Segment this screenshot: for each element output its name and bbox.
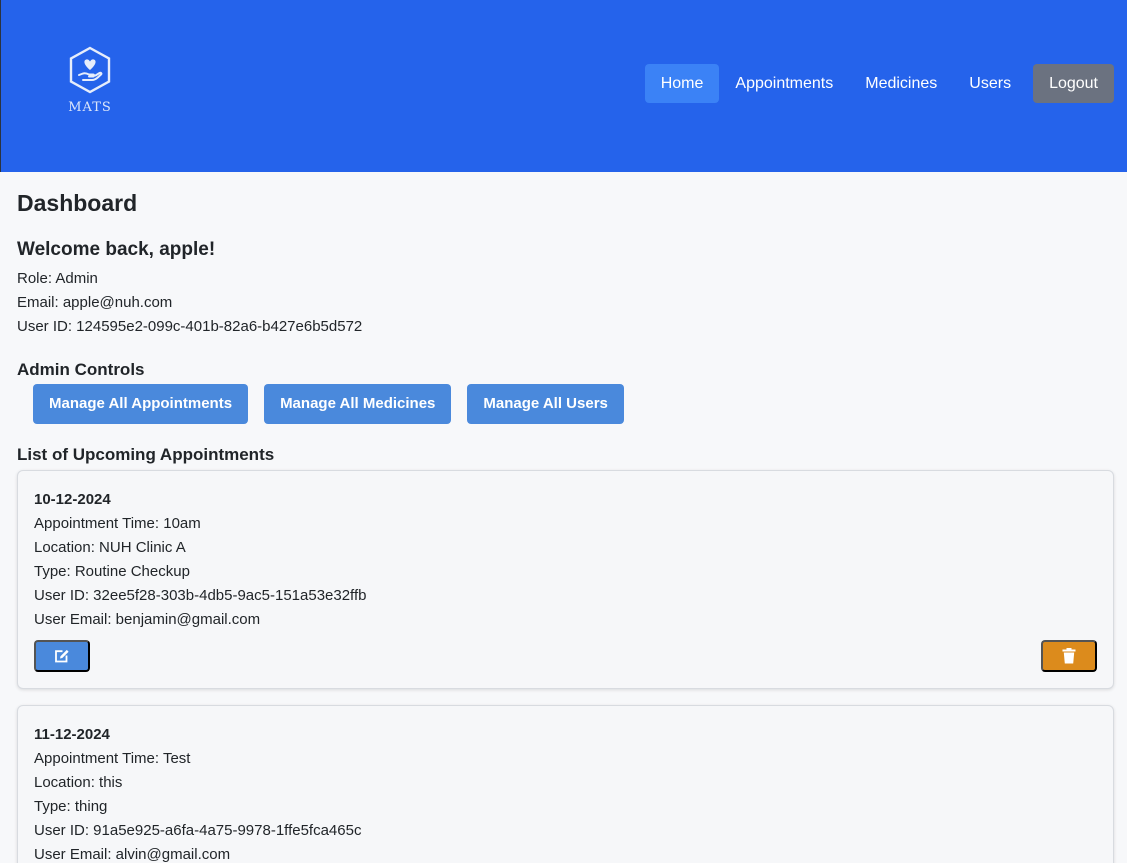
welcome-heading: Welcome back, apple! (17, 239, 216, 260)
appointment-date: 11-12-2024 (34, 726, 110, 743)
appointment-type: Type: Routine Checkup (34, 563, 190, 580)
appointment-location: Location: NUH Clinic A (34, 539, 186, 556)
logout-button[interactable]: Logout (1033, 64, 1114, 103)
appointment-card: 11-12-2024 Appointment Time: Test Locati… (17, 705, 1114, 863)
admin-controls-heading: Admin Controls (17, 360, 145, 379)
appointment-location: Location: this (34, 774, 123, 791)
nav-appointments-link[interactable]: Appointments (719, 64, 849, 103)
appointment-user-id: User ID: 32ee5f28-303b-4db5-9ac5-151a53e… (34, 587, 367, 604)
appointment-actions (34, 640, 1097, 672)
user-email: Email: apple@nuh.com (17, 294, 173, 311)
appointment-date: 10-12-2024 (34, 491, 111, 508)
appointment-user-id: User ID: 91a5e925-a6fa-4a75-9978-1ffe5fc… (34, 822, 362, 839)
appointment-user-email: User Email: benjamin@gmail.com (34, 611, 261, 628)
appointment-time: Appointment Time: 10am (34, 515, 201, 532)
appointment-type: Type: thing (34, 798, 108, 815)
page-title: Dashboard (17, 190, 138, 216)
trash-icon (1062, 648, 1076, 664)
edit-icon (55, 649, 69, 663)
nav-medicines-link[interactable]: Medicines (849, 64, 953, 103)
appointment-card: 10-12-2024 Appointment Time: 10am Locati… (17, 470, 1114, 689)
appointments-list-heading: List of Upcoming Appointments (17, 445, 275, 464)
manage-medicines-button[interactable]: Manage All Medicines (264, 384, 452, 424)
top-navbar: MATS Home Appointments Medicines Users L… (0, 0, 1127, 172)
user-id: User ID: 124595e2-099c-401b-82a6-b427e6b… (17, 318, 363, 335)
nav-home-link[interactable]: Home (644, 64, 720, 103)
brand-logo[interactable]: MATS (65, 46, 115, 122)
user-role: Role: Admin (17, 270, 98, 287)
delete-appointment-button[interactable] (1041, 640, 1097, 672)
appointment-time: Appointment Time: Test (34, 750, 191, 767)
nav-users-link[interactable]: Users (953, 64, 1027, 103)
hand-heart-hexagon-icon (69, 46, 111, 94)
main-nav: Home Appointments Medicines Users Logout (644, 64, 1114, 103)
manage-appointments-button[interactable]: Manage All Appointments (33, 384, 249, 424)
edit-appointment-button[interactable] (34, 640, 90, 672)
brand-name: MATS (68, 100, 112, 115)
dashboard-content: Dashboard Welcome back, apple! Role: Adm… (17, 190, 1114, 863)
manage-users-button[interactable]: Manage All Users (467, 384, 624, 424)
admin-controls: Manage All Appointments Manage All Medic… (33, 384, 1114, 424)
appointment-user-email: User Email: alvin@gmail.com (34, 846, 231, 863)
